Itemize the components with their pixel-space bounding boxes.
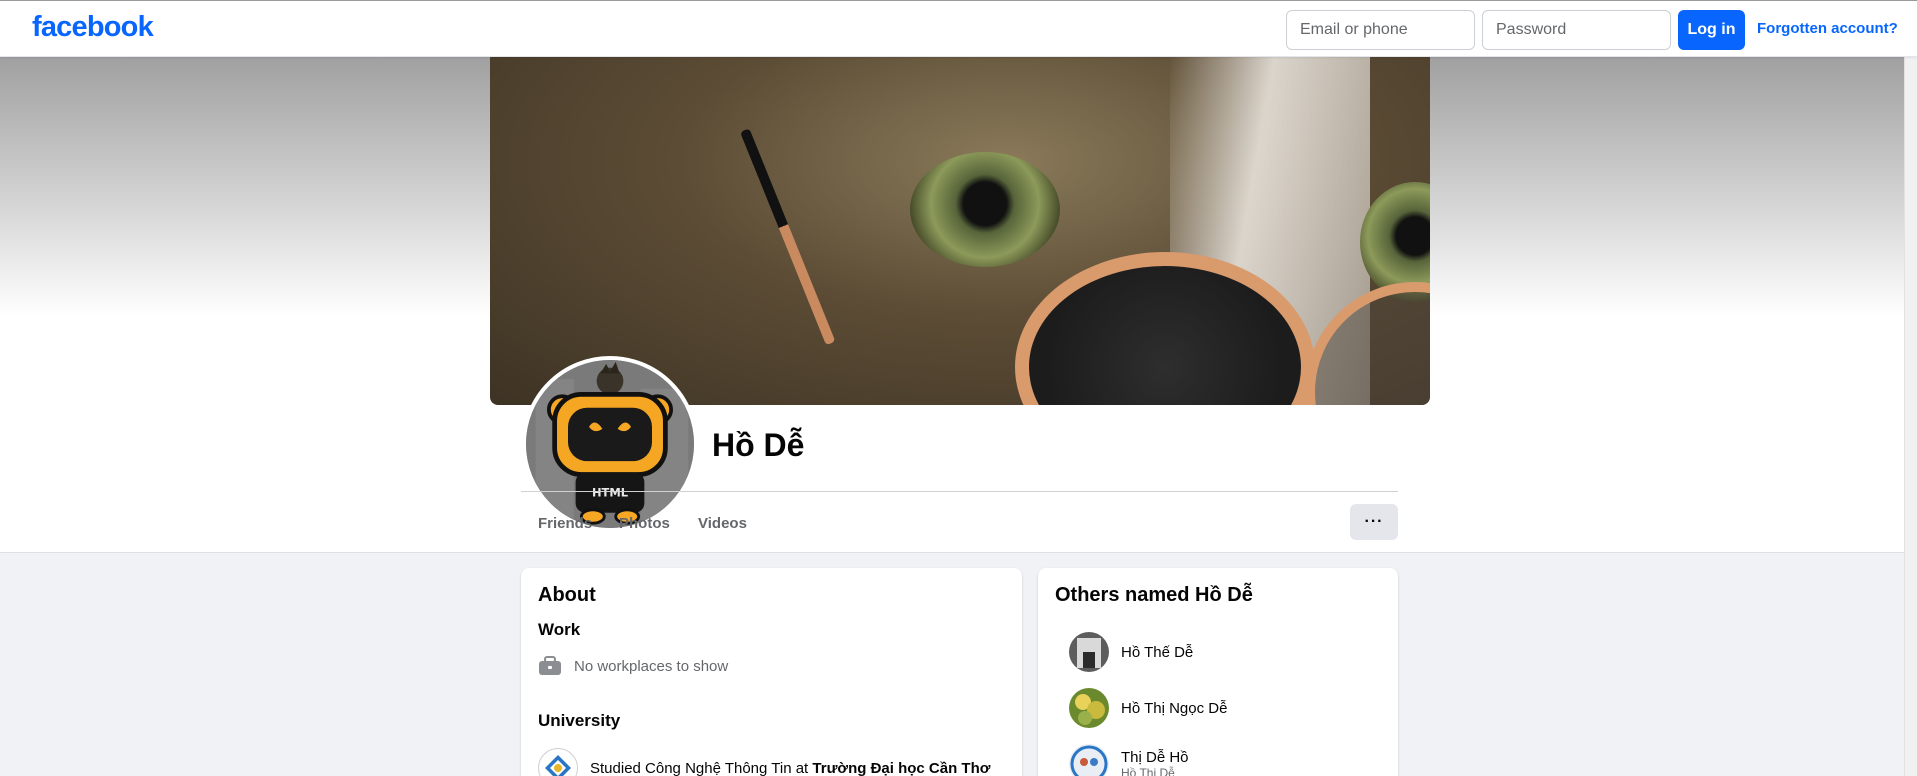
person-name[interactable]: Thị Dễ Hồ — [1121, 749, 1189, 766]
person-avatar[interactable] — [1069, 688, 1109, 728]
others-named-card: Others named Hồ Dễ Hồ Thế Dễ Hồ Thị Ngọc… — [1038, 568, 1398, 776]
list-item[interactable]: Hồ Thị Ngọc Dễ — [1069, 688, 1227, 728]
school-name-link[interactable]: Trường Đại học Cần Thơ — [812, 760, 990, 776]
header-divider — [521, 491, 1398, 492]
log-in-button[interactable]: Log in — [1678, 10, 1745, 50]
cover-glasses-temple — [740, 128, 836, 346]
university-logo-icon[interactable] — [538, 748, 578, 776]
person-avatar[interactable] — [1069, 632, 1109, 672]
list-item[interactable]: Hồ Thế Dễ — [1069, 632, 1193, 672]
person-subtitle: Hồ Thị Dễ — [1121, 765, 1175, 776]
list-item[interactable]: Thị Dễ Hồ Hồ Thị Dễ — [1069, 744, 1189, 776]
person-avatar[interactable] — [1069, 744, 1109, 776]
more-icon: ··· — [1364, 513, 1384, 530]
work-section-title: Work — [538, 620, 581, 639]
profile-name: Hồ Dễ — [712, 427, 805, 463]
studied-prefix: Studied Công Nghệ Thông Tin at — [590, 759, 809, 776]
about-card: About Work No workplaces to show Univers… — [521, 568, 1022, 776]
university-text: Studied Công Nghệ Thông Tin at Trường Đạ… — [590, 760, 990, 776]
tab-videos[interactable]: Videos — [698, 515, 747, 532]
person-name[interactable]: Hồ Thế Dễ — [1121, 644, 1193, 661]
password-input[interactable] — [1482, 10, 1671, 50]
avatar-badge-text: HTML — [592, 486, 628, 500]
others-named-title: Others named Hồ Dễ — [1055, 584, 1253, 606]
briefcase-icon — [538, 655, 562, 677]
profile-picture[interactable]: HTML — [522, 356, 698, 532]
university-entry: Studied Công Nghệ Thông Tin at Trường Đạ… — [538, 748, 990, 776]
email-or-phone-input[interactable] — [1286, 10, 1475, 50]
profile-header: HTML Hồ Dễ Friends Photos Videos ··· — [0, 57, 1917, 553]
about-title: About — [538, 584, 596, 606]
facebook-logo[interactable]: facebook — [32, 11, 154, 44]
tab-friends[interactable]: Friends — [538, 515, 592, 532]
cover-cat-eye-left — [910, 152, 1060, 267]
work-empty-text: No workplaces to show — [574, 657, 729, 675]
cover-photo[interactable] — [490, 57, 1430, 405]
tab-photos[interactable]: Photos — [619, 515, 670, 532]
more-options-button[interactable]: ··· — [1350, 504, 1398, 540]
work-empty-row: No workplaces to show — [538, 655, 728, 677]
top-navigation-bar: facebook Log in Forgotten account? — [0, 0, 1917, 57]
forgotten-account-link[interactable]: Forgotten account? — [1757, 20, 1898, 37]
person-name[interactable]: Hồ Thị Ngọc Dễ — [1121, 700, 1227, 717]
university-section-title: University — [538, 711, 621, 730]
avatar-mascot-graphic: HTML — [526, 360, 694, 528]
page-scrollbar[interactable] — [1904, 57, 1917, 776]
